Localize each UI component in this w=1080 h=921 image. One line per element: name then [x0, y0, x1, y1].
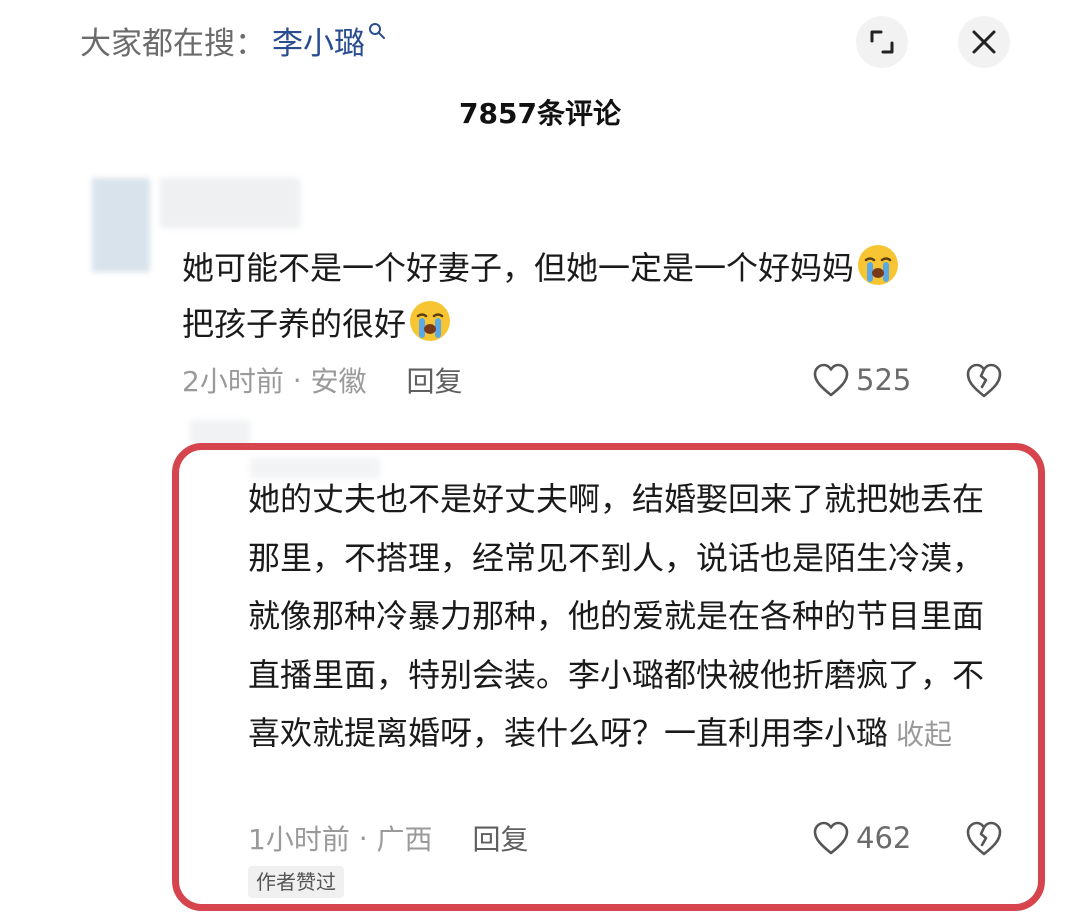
search-suggestion[interactable]: 大家都在搜： 李小璐 [80, 18, 386, 63]
like-count: 525 [856, 363, 912, 397]
comment-count-title: 7857条评论 [459, 97, 621, 130]
comment-meta: 2小时前 · 安徽 回复 [182, 360, 463, 400]
comment-text: 她可能不是一个好妻子，但她一定是一个好妈妈 把孩子养的很好 [182, 240, 1002, 352]
comment-location: 安徽 [310, 365, 367, 398]
reply-text: 她的丈夫也不是好丈夫啊，结婚娶回来了就把她丢在那里，不搭理，经常见不到人，说话也… [248, 470, 1008, 765]
search-prefix: 大家都在搜： [80, 25, 266, 62]
reply-button[interactable]: 回复 [407, 360, 463, 400]
close-icon [972, 30, 996, 54]
reply-text-body: 她的丈夫也不是好丈夫啊，结婚娶回来了就把她丢在那里，不搭理，经常见不到人，说话也… [248, 480, 985, 752]
avatar[interactable] [92, 178, 150, 272]
crying-face-emoji [410, 301, 451, 341]
comment-text-line: 她可能不是一个好妻子，但她一定是一个好妈妈 [182, 249, 855, 287]
broken-heart-icon[interactable] [964, 361, 1004, 399]
comment-time: 2小时前 [182, 365, 284, 398]
collapse-button[interactable]: 收起 [896, 718, 952, 751]
close-button[interactable] [958, 16, 1010, 68]
reply-time: 1小时前 [248, 823, 350, 856]
crying-face-emoji [858, 245, 899, 285]
like-count: 462 [856, 821, 912, 855]
comment-text-line: 把孩子养的很好 [182, 305, 407, 343]
search-term[interactable]: 李小璐 [272, 18, 365, 63]
heart-icon [813, 363, 849, 397]
reply-button[interactable]: 回复 [473, 818, 529, 858]
reply-location: 广西 [376, 823, 433, 856]
heart-icon [813, 821, 849, 855]
expand-icon [870, 30, 894, 54]
username[interactable] [160, 178, 300, 228]
like-button[interactable]: 525 [812, 360, 911, 400]
search-icon [369, 23, 385, 39]
expand-button[interactable] [856, 16, 908, 68]
like-button[interactable]: 462 [812, 818, 911, 858]
broken-heart-icon[interactable] [964, 819, 1004, 857]
reply-meta: 1小时前 · 广西 回复 [248, 818, 529, 858]
author-liked-badge: 作者赞过 [248, 866, 344, 898]
comment-panel: 大家都在搜： 李小璐 7857条评论 她可能不是一个好妻子，但她一定是一个好妈妈 [0, 0, 1080, 921]
